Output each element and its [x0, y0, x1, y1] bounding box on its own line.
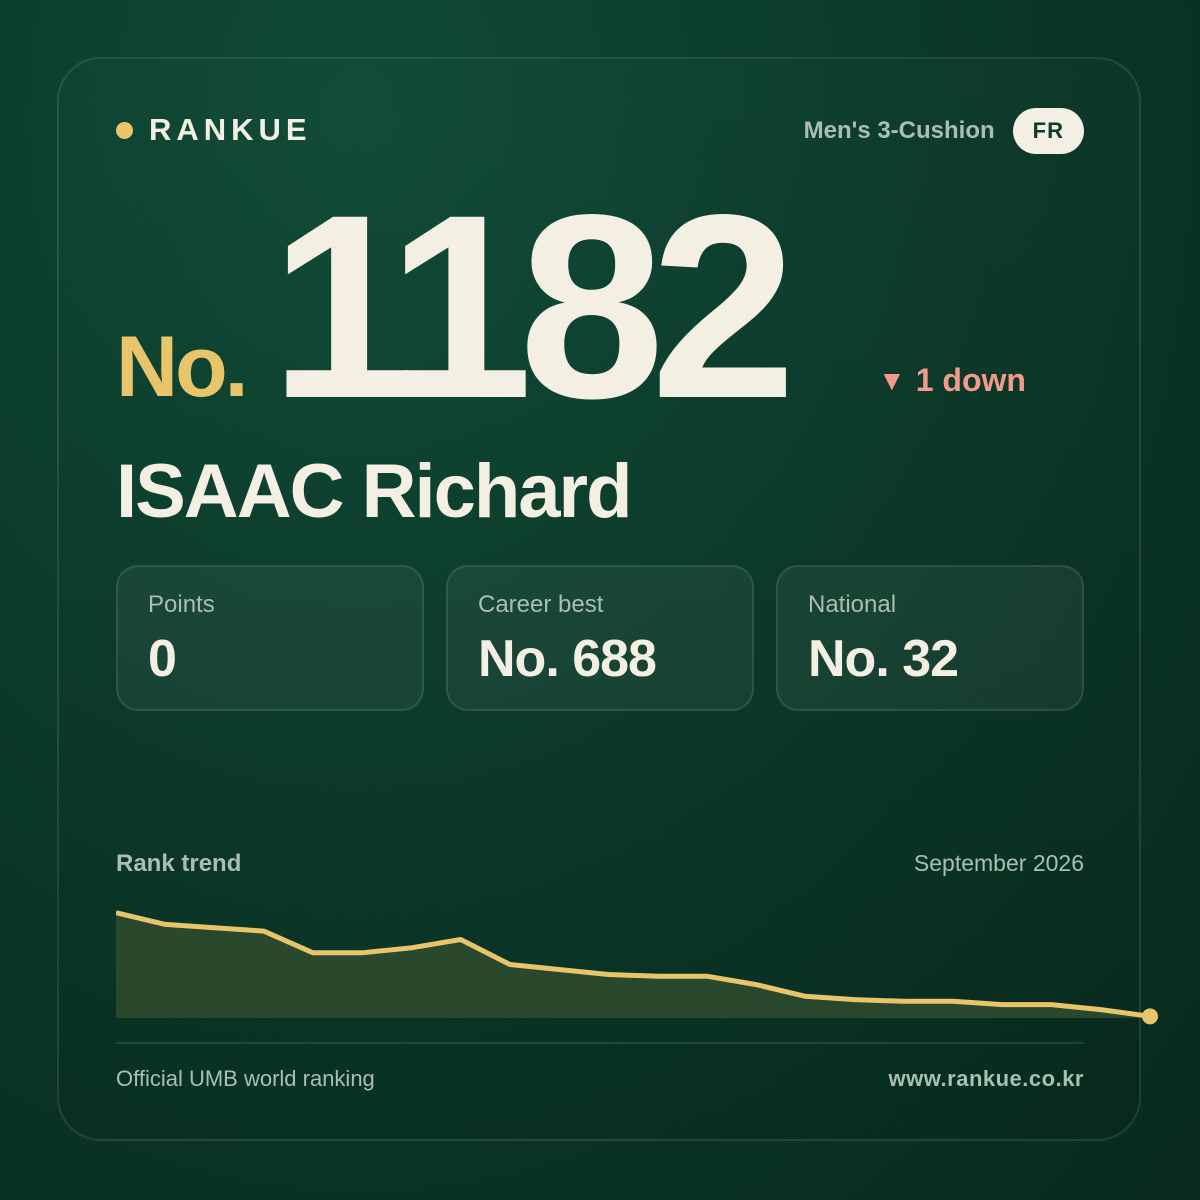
- rank-prefix: No.: [116, 319, 249, 415]
- rank-trend-chart: [116, 910, 1158, 1025]
- stat-label: Career best: [478, 591, 604, 618]
- footer-divider: [116, 1042, 1084, 1044]
- stat-card-points: Points 0: [116, 565, 424, 711]
- brand-name: RANKUE: [149, 112, 312, 147]
- stat-label: National: [808, 591, 897, 618]
- trend-date: September 2026: [913, 850, 1084, 876]
- stat-value: No. 32: [808, 630, 959, 688]
- footer-source: Official UMB world ranking: [116, 1066, 375, 1091]
- arrow-down-icon: ▼: [878, 364, 906, 396]
- stat-value: 0: [148, 630, 177, 688]
- rank-change-text: 1 down: [915, 362, 1026, 398]
- rank-change: ▼ 1 down: [878, 362, 1026, 399]
- rank-number: 1182: [270, 160, 796, 453]
- stat-card-career-best: Career best No. 688: [446, 565, 754, 711]
- category-label: Men's 3-Cushion: [803, 117, 995, 144]
- stat-card-national: National No. 32: [776, 565, 1084, 711]
- country-badge: FR: [1012, 108, 1084, 154]
- trend-last-point: [1142, 1008, 1158, 1025]
- stat-value: No. 688: [478, 630, 657, 688]
- trend-title: Rank trend: [116, 850, 242, 877]
- stat-label: Points: [148, 591, 215, 618]
- player-name: ISAAC Richard: [116, 449, 633, 534]
- brand: RANKUE: [116, 112, 312, 148]
- footer-url: www.rankue.co.kr: [888, 1066, 1084, 1091]
- brand-dot-icon: [116, 121, 133, 139]
- header-info: Men's 3-Cushion FR: [804, 108, 1084, 154]
